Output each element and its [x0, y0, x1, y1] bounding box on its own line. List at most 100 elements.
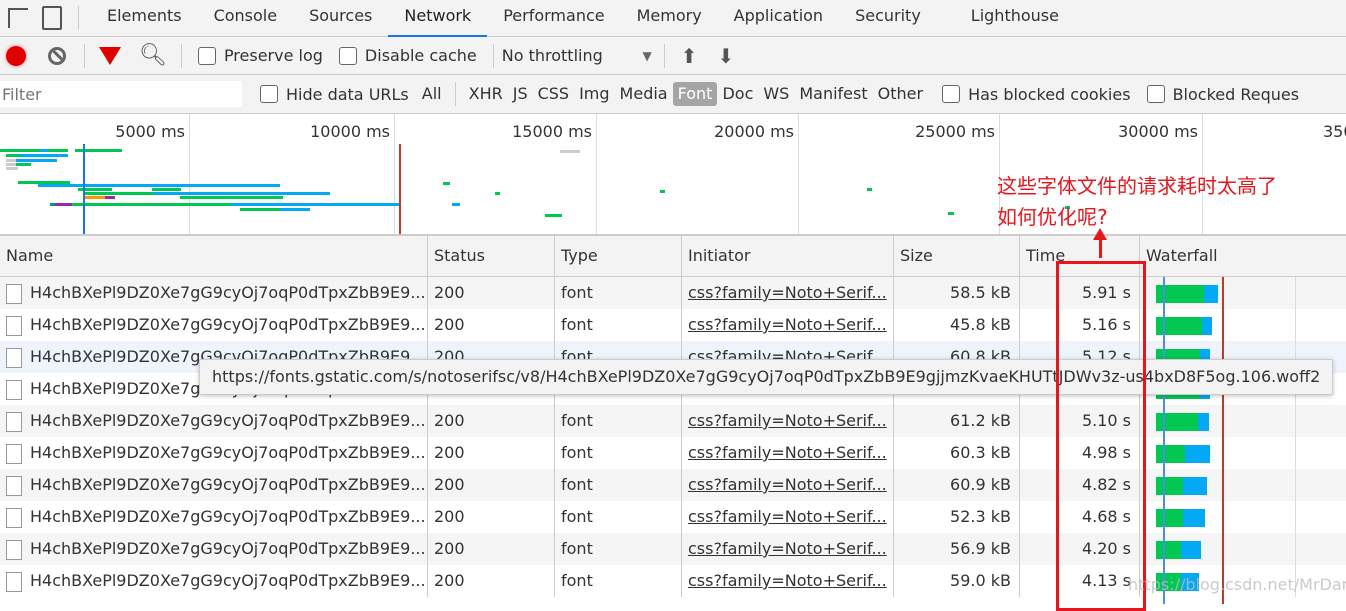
waterfall-gridline: [1295, 501, 1296, 533]
cell-initiator[interactable]: css?family=Noto+Serif...: [681, 501, 893, 533]
preserve-log-checkbox[interactable]: Preserve log: [197, 46, 323, 65]
filter-type-doc[interactable]: Doc: [717, 82, 758, 106]
cell-initiator[interactable]: css?family=Noto+Serif...: [681, 405, 893, 437]
column-header-waterfall[interactable]: Waterfall: [1139, 236, 1346, 276]
tab-application[interactable]: Application: [718, 0, 839, 37]
disable-cache-checkbox[interactable]: Disable cache: [338, 46, 477, 65]
column-header-name[interactable]: Name: [0, 236, 427, 276]
cell-type: font: [554, 277, 681, 309]
timeline-request-bar: [6, 167, 18, 170]
tab-memory[interactable]: Memory: [621, 0, 718, 37]
status-text: 200: [434, 443, 465, 462]
waterfall-gridline: [1295, 309, 1296, 341]
status-text: 200: [434, 475, 465, 494]
size-text: 45.8 kB: [950, 315, 1011, 334]
tab-network[interactable]: Network: [388, 0, 488, 37]
timeline-tick-label: 10000 ms: [190, 114, 395, 234]
timeline-request-bar: [240, 208, 280, 211]
annotation-arrow: [1099, 238, 1102, 258]
cell-status: 200: [427, 309, 554, 341]
filter-type-other[interactable]: Other: [873, 82, 928, 106]
filter-type-font[interactable]: Font: [672, 82, 718, 106]
hide-data-urls-checkbox[interactable]: Hide data URLs: [260, 85, 409, 104]
device-toolbar-icon[interactable]: [42, 6, 62, 30]
inspect-element-icon[interactable]: [8, 8, 28, 28]
blocked-requests-checkbox[interactable]: Blocked Reques: [1146, 85, 1299, 104]
waterfall-waiting-bar: [1156, 477, 1183, 495]
waterfall-download-bar: [1182, 477, 1208, 495]
cell-initiator[interactable]: css?family=Noto+Serif...: [681, 309, 893, 341]
column-header-type[interactable]: Type: [554, 236, 681, 276]
load-event-line: [1222, 277, 1224, 604]
cell-size: 52.3 kB: [893, 501, 1019, 533]
timeline-request-bar: [495, 192, 500, 195]
cell-status: 200: [427, 437, 554, 469]
has-blocked-cookies-checkbox[interactable]: Has blocked cookies: [942, 85, 1131, 104]
cell-name: H4chBXePl9DZ0Xe7gG9cyOj7oqP0dTpxZbB9E9..…: [0, 277, 427, 309]
tab-security[interactable]: Security: [839, 0, 937, 37]
cell-status: 200: [427, 405, 554, 437]
column-header-size[interactable]: Size: [893, 236, 1019, 276]
cell-type: font: [554, 437, 681, 469]
initiator-text[interactable]: css?family=Noto+Serif...: [688, 315, 887, 334]
annotation-arrowhead: [1093, 228, 1107, 240]
filter-type-xhr[interactable]: XHR: [464, 82, 508, 106]
timeline-request-bar: [320, 192, 330, 195]
annotation-line-2: 如何优化呢?: [997, 205, 1108, 229]
filter-type-media[interactable]: Media: [615, 82, 673, 106]
cell-type: font: [554, 533, 681, 565]
waterfall-gridline: [1295, 405, 1296, 437]
tab-elements[interactable]: Elements: [91, 0, 198, 37]
search-icon[interactable]: 🔍︎: [139, 43, 167, 68]
cell-initiator[interactable]: css?family=Noto+Serif...: [681, 533, 893, 565]
file-icon: [6, 475, 22, 496]
status-text: 200: [434, 411, 465, 430]
record-button[interactable]: [6, 45, 26, 66]
status-text: 200: [434, 571, 465, 590]
tab-lighthouse[interactable]: Lighthouse: [955, 0, 1075, 37]
cell-initiator[interactable]: css?family=Noto+Serif...: [681, 277, 893, 309]
initiator-text[interactable]: css?family=Noto+Serif...: [688, 507, 887, 526]
timeline-request-bar: [105, 196, 115, 199]
clear-icon[interactable]: [48, 46, 66, 65]
tab-console[interactable]: Console: [198, 0, 294, 37]
filter-icon[interactable]: [99, 46, 121, 65]
cell-initiator[interactable]: css?family=Noto+Serif...: [681, 469, 893, 501]
filter-type-img[interactable]: Img: [574, 82, 614, 106]
disable-cache-label: Disable cache: [364, 46, 477, 65]
filter-input[interactable]: [0, 81, 242, 107]
filter-type-css[interactable]: CSS: [533, 82, 574, 106]
initiator-text[interactable]: css?family=Noto+Serif...: [688, 475, 887, 494]
filter-type-ws[interactable]: WS: [758, 82, 794, 106]
waterfall-download-bar: [1182, 509, 1205, 527]
status-text: 200: [434, 283, 465, 302]
initiator-text[interactable]: css?family=Noto+Serif...: [688, 283, 887, 302]
throttling-select[interactable]: No throttling ▼: [502, 46, 652, 65]
initiator-text[interactable]: css?family=Noto+Serif...: [688, 539, 887, 558]
cell-waterfall: [1139, 277, 1346, 309]
name-text: H4chBXePl9DZ0Xe7gG9cyOj7oqP0dTpxZbB9E9..…: [30, 411, 426, 430]
filter-type-manifest[interactable]: Manifest: [794, 82, 872, 106]
column-header-initiator[interactable]: Initiator: [681, 236, 893, 276]
annotation-highlight-box: [1056, 261, 1146, 611]
initiator-text[interactable]: css?family=Noto+Serif...: [688, 571, 887, 590]
cell-initiator[interactable]: css?family=Noto+Serif...: [681, 565, 893, 597]
filter-type-js[interactable]: JS: [508, 82, 533, 106]
cell-status: 200: [427, 277, 554, 309]
filter-type-all[interactable]: All: [417, 82, 447, 106]
status-text: 200: [434, 539, 465, 558]
import-har-icon[interactable]: ⬆: [681, 44, 698, 68]
tab-sources[interactable]: Sources: [293, 0, 388, 37]
file-icon: [6, 443, 22, 464]
cell-initiator[interactable]: css?family=Noto+Serif...: [681, 437, 893, 469]
initiator-text[interactable]: css?family=Noto+Serif...: [688, 443, 887, 462]
timeline-request-bar: [545, 214, 562, 217]
tab-performance[interactable]: Performance: [487, 0, 620, 37]
export-har-icon[interactable]: ⬇: [718, 44, 735, 68]
column-header-status[interactable]: Status: [427, 236, 554, 276]
cell-size: 60.9 kB: [893, 469, 1019, 501]
name-text: H4chBXePl9DZ0Xe7gG9cyOj7oqP0dTpxZbB9E9..…: [30, 475, 426, 494]
initiator-text[interactable]: css?family=Noto+Serif...: [688, 411, 887, 430]
divider: [78, 6, 79, 30]
waterfall-download-bar: [1202, 317, 1212, 335]
